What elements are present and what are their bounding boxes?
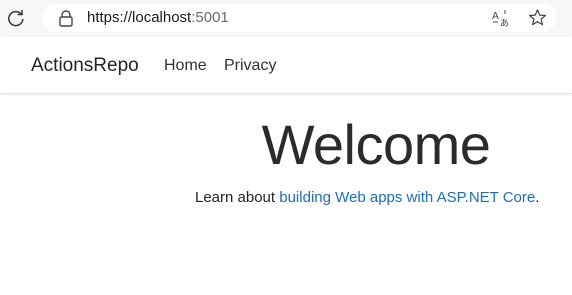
lead-suffix: .: [535, 189, 540, 206]
translate-icon[interactable]: A あ: [492, 9, 510, 29]
address-bar[interactable]: https://localhost:5001 A あ: [42, 4, 557, 32]
lead-prefix: Learn about: [195, 189, 280, 206]
page-title: Welcome: [261, 113, 491, 176]
brand-link[interactable]: ActionsRepo: [31, 55, 139, 77]
favorite-star-icon[interactable]: [528, 8, 547, 27]
lock-icon[interactable]: [58, 10, 74, 27]
browser-toolbar: https://localhost:5001 A あ: [0, 0, 572, 37]
lead-text: Learn about building Web apps with ASP.N…: [195, 189, 539, 206]
url-port: :5001: [191, 9, 229, 26]
nav-link-privacy[interactable]: Privacy: [224, 57, 276, 75]
url-host: https://localhost: [87, 9, 192, 26]
nav-link-home[interactable]: Home: [164, 57, 207, 75]
refresh-icon[interactable]: [6, 8, 26, 28]
svg-text:A: A: [492, 11, 499, 22]
docs-link[interactable]: building Web apps with ASP.NET Core: [279, 189, 535, 206]
site-navbar: ActionsRepo Home Privacy: [0, 37, 572, 94]
url-text[interactable]: https://localhost:5001: [87, 9, 229, 26]
svg-text:あ: あ: [500, 18, 509, 27]
